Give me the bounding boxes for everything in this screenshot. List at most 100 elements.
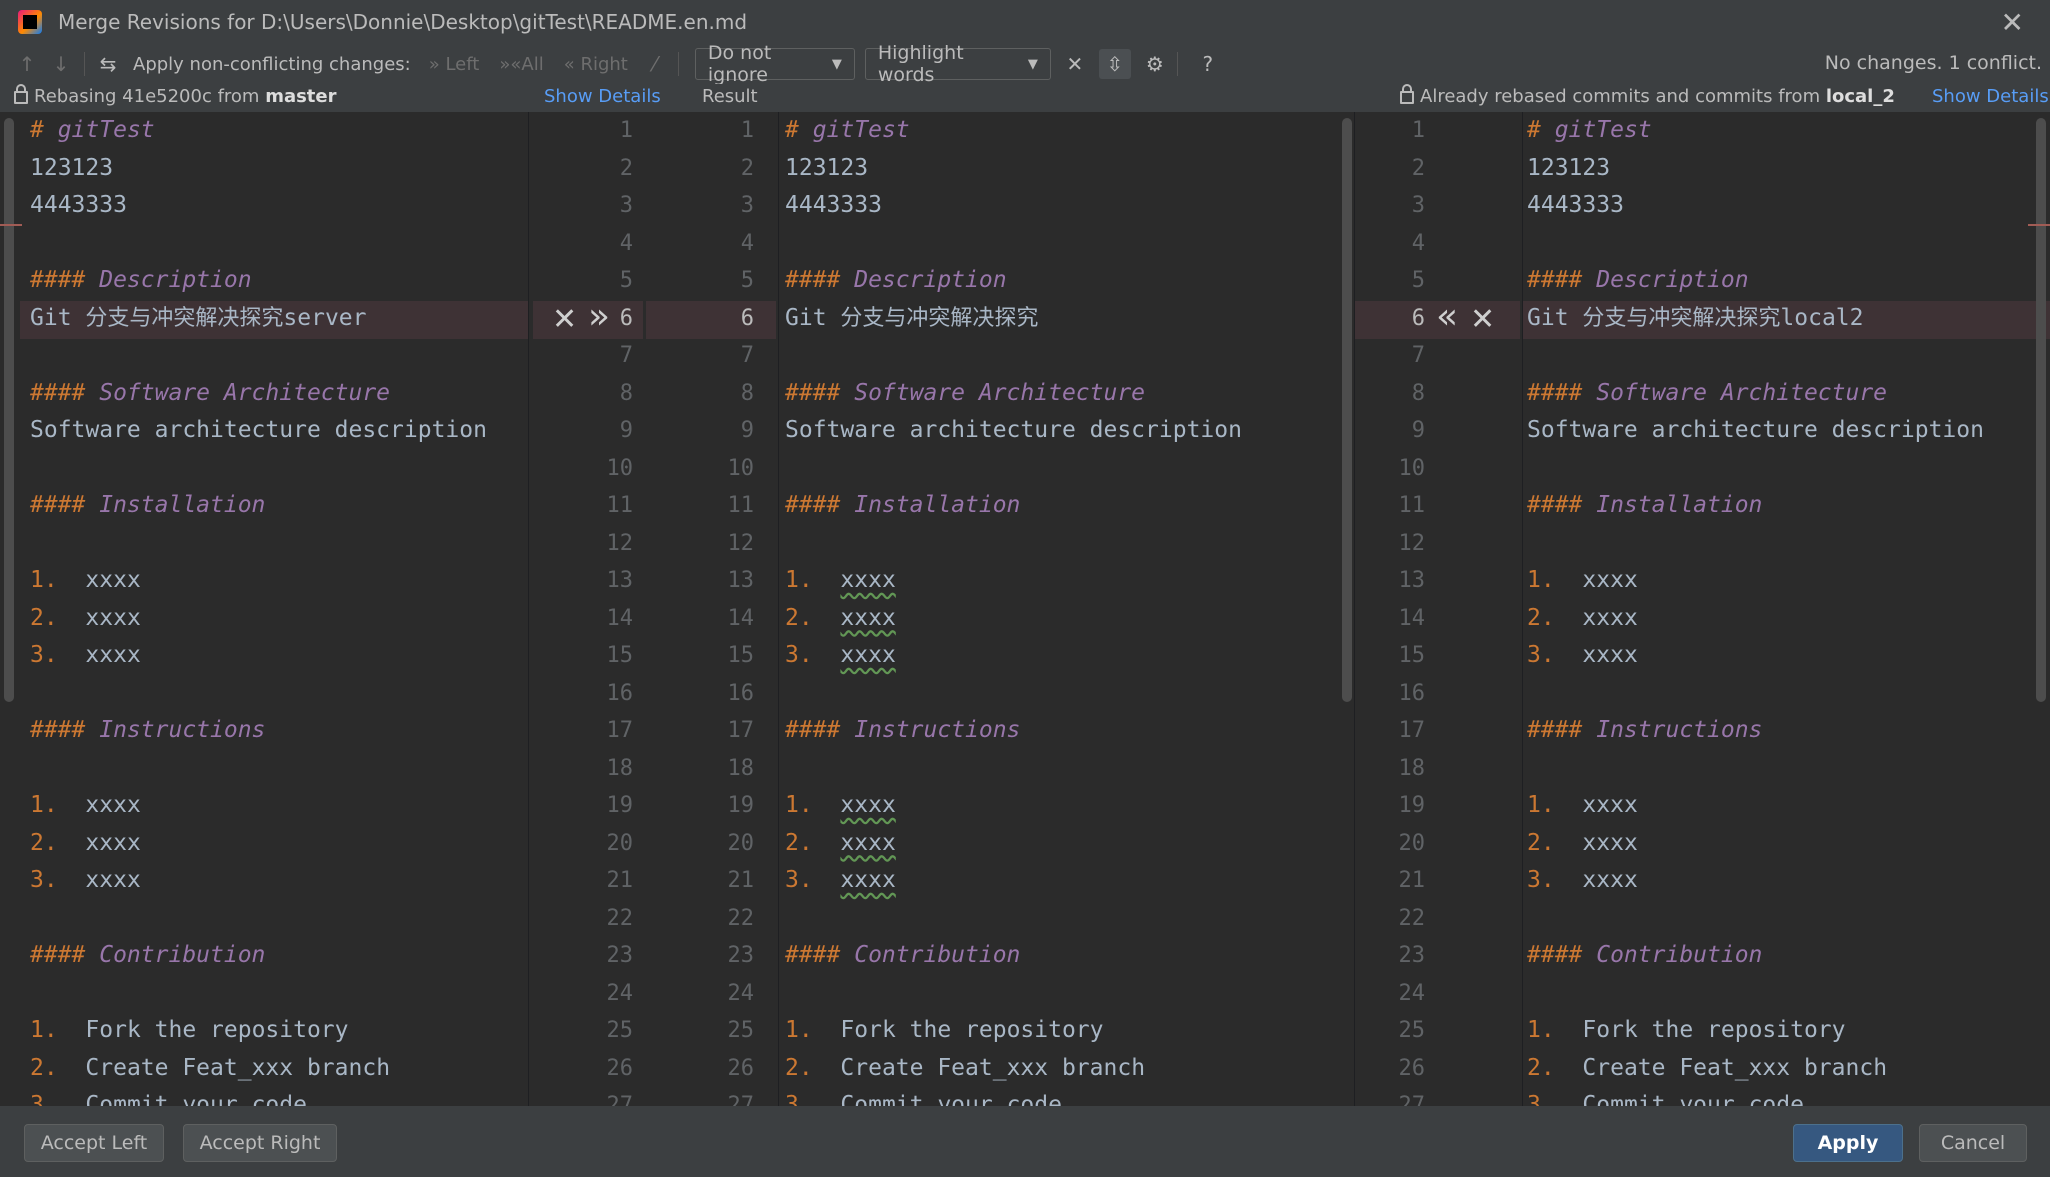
apply-all-label: All <box>521 53 544 75</box>
heading-marker: #### <box>785 717 841 743</box>
line-number: 17 <box>727 718 755 743</box>
ignore-whitespace-dropdown[interactable]: Do not ignore ▼ <box>694 42 855 86</box>
code-line: Software architecture description <box>1527 417 1984 443</box>
close-icon[interactable]: ✕ <box>2001 6 2024 39</box>
accept-left-change-icon[interactable]: » <box>588 298 610 336</box>
right-scrollbar[interactable] <box>2036 118 2046 702</box>
line-number: 13 <box>606 568 634 593</box>
line-number: 4 <box>619 230 633 256</box>
code-text: 分支与冲突解决探究 <box>85 305 284 331</box>
next-change-icon[interactable]: ↓ <box>44 52 78 76</box>
accept-right-change-icon[interactable]: « <box>1436 298 1458 336</box>
list-item: 2. Create Feat_xxx branch <box>1527 1050 1887 1088</box>
heading-marker: #### <box>1527 492 1583 518</box>
line-number: 22 <box>606 905 634 931</box>
magic-wand-icon[interactable]: ⁄ <box>638 52 672 76</box>
line-number: 18 <box>1398 755 1426 781</box>
list-text: Commit your code <box>85 1092 307 1106</box>
previous-change-icon[interactable]: ↑ <box>10 52 44 76</box>
bottom-button-bar: Accept Left Accept Right Apply Cancel <box>0 1106 2050 1177</box>
heading-marker: # <box>785 117 799 143</box>
list-text: xxxx <box>840 867 896 893</box>
collapse-unchanged-icon[interactable]: ✕ <box>1059 49 1091 79</box>
line-number: 9 <box>740 418 754 443</box>
line-number: 16 <box>1398 680 1426 706</box>
apply-left-button[interactable]: » Left <box>429 54 480 75</box>
heading-marker: #### <box>1527 942 1583 968</box>
right-editor[interactable]: # gitTest 123123 4443333 #### Descriptio… <box>1523 112 2037 1106</box>
result-scrollbar[interactable] <box>1342 118 1352 702</box>
merge-status: No changes. 1 conflict. <box>1824 52 2042 74</box>
line-number: 16 <box>727 680 755 706</box>
right-conflict-marker <box>2028 224 2050 226</box>
code-line: #### Contribution <box>1527 937 1762 975</box>
heading-text: Software Architecture <box>1582 379 1888 406</box>
heading-text: Installation <box>840 492 1021 518</box>
changed-word: local2 <box>1780 304 1864 331</box>
list-number: 1. <box>1527 792 1555 818</box>
list-text: xxxx <box>1582 867 1638 893</box>
heading-text: Software Architecture <box>85 379 391 406</box>
code-line: #### Contribution <box>30 937 265 975</box>
list-item: 1. xxxx <box>1527 787 1638 825</box>
list-number: 2. <box>30 604 58 631</box>
synchronize-scrolling-icon[interactable]: ⇳ <box>1098 49 1131 79</box>
left-scrollbar[interactable] <box>4 118 14 702</box>
panel-headers: Rebasing 41e5200c from master Show Detai… <box>0 84 2050 112</box>
apply-non-conflicting-label: Apply non-conflicting changes: <box>133 53 411 75</box>
settings-gear-icon[interactable]: ⚙ <box>1139 49 1171 79</box>
right-show-details-link[interactable]: Show Details <box>1932 86 2049 107</box>
heading-marker: #### <box>30 717 86 743</box>
list-item: 3. xxxx <box>785 862 896 900</box>
line-number: 17 <box>606 718 634 743</box>
conflict-line: Git 分支与冲突解决探究 <box>785 300 1038 338</box>
help-icon[interactable]: ? <box>1192 49 1224 79</box>
line-number: 27 <box>606 1093 634 1106</box>
right-header-text: Already rebased commits and commits from <box>1420 86 1826 107</box>
list-number: 1. <box>30 792 58 818</box>
list-text: xxxx <box>85 867 141 893</box>
reject-right-change-icon[interactable]: ✕ <box>1470 301 1495 339</box>
line-number: 24 <box>606 980 634 1006</box>
apply-all-button[interactable]: »«All <box>499 54 543 75</box>
list-text: xxxx <box>85 567 141 593</box>
list-number: 1. <box>30 1017 58 1043</box>
left-editor[interactable]: # gitTest 123123 4443333 #### Descriptio… <box>20 112 528 1106</box>
list-text: xxxx <box>840 829 896 856</box>
list-number: 3. <box>30 642 58 668</box>
conflict-line: Git 分支与冲突解决探究server <box>30 300 367 338</box>
line-number: 15 <box>727 643 755 668</box>
conflict-line: Git 分支与冲突解决探究local2 <box>1527 300 1864 338</box>
apply-right-button[interactable]: « Right <box>564 54 628 75</box>
apply-button[interactable]: Apply <box>1793 1124 1903 1162</box>
list-item: 3. Commit your code <box>30 1087 307 1106</box>
list-text: Fork the repository <box>1582 1017 1846 1043</box>
heading-text: gitTest <box>43 117 155 143</box>
line-number: 10 <box>1398 455 1426 481</box>
list-number: 2. <box>1527 829 1555 856</box>
left-line-numbers: 1 2 3 4 5 6 7 8 9 10 11 12 13 14 15 16 1… <box>533 112 643 1106</box>
line-number: 16 <box>606 680 634 706</box>
divider <box>528 112 529 1106</box>
list-number: 2. <box>30 829 58 856</box>
highlight-mode-dropdown[interactable]: Highlight words ▼ <box>864 42 1051 86</box>
line-number: 11 <box>606 493 634 518</box>
cancel-button[interactable]: Cancel <box>1919 1124 2027 1162</box>
result-editor[interactable]: # gitTest 123123 4443333 #### Descriptio… <box>779 112 1344 1106</box>
list-number: 1. <box>1527 1017 1555 1043</box>
line-number: 13 <box>727 568 755 593</box>
accept-left-button[interactable]: Accept Left <box>24 1124 164 1162</box>
left-show-details-link[interactable]: Show Details <box>544 86 661 107</box>
line-number: 21 <box>727 868 755 893</box>
code-line: #### Software Architecture <box>30 375 390 413</box>
resolve-magic-icon[interactable]: ⇆ <box>91 52 125 76</box>
reject-left-change-icon[interactable]: ✕ <box>552 301 577 339</box>
accept-right-button[interactable]: Accept Right <box>183 1124 337 1162</box>
heading-text: Description <box>85 267 252 293</box>
list-text: Create Feat_xxx branch <box>840 1054 1146 1081</box>
heading-text: Contribution <box>840 942 1021 968</box>
line-number: 10 <box>606 455 634 481</box>
line-number: 8 <box>740 380 754 406</box>
list-text: xxxx <box>1582 829 1638 856</box>
code-line: #### Description <box>30 262 252 300</box>
